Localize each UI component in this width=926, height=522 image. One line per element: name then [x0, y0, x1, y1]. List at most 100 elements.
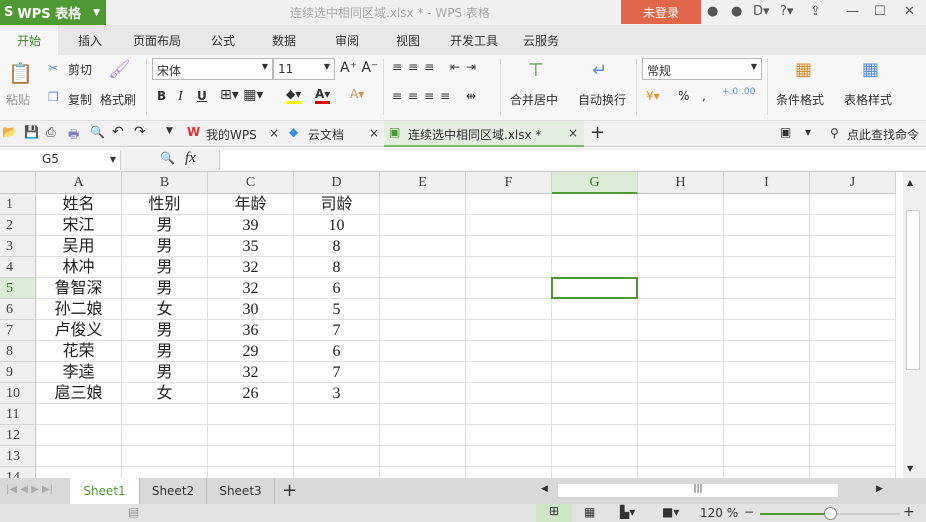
zoom-out-icon[interactable]: − [744, 505, 754, 519]
cell-F11[interactable] [466, 404, 552, 425]
column-header-E[interactable]: E [380, 172, 466, 194]
cell-E1[interactable] [380, 194, 466, 215]
cell-G8[interactable] [552, 341, 638, 362]
cell-F6[interactable] [466, 299, 552, 320]
normal-view-icon[interactable]: ⊞ [536, 504, 572, 522]
font-size-select[interactable]: 11 ▼ [273, 58, 335, 80]
cell-J8[interactable] [810, 341, 896, 362]
sheet-nav-icons[interactable]: |◀ ◀ ▶ ▶| [6, 484, 53, 495]
cell-B11[interactable] [122, 404, 208, 425]
cell-J12[interactable] [810, 425, 896, 446]
tab-data[interactable]: 数据 [272, 32, 296, 49]
reading-mode-icon[interactable]: ▙▾ [620, 505, 635, 519]
table-style-button[interactable]: 表格样式 [844, 91, 892, 108]
format-painter-button[interactable]: 格式刷 [100, 91, 136, 108]
row-header-13[interactable]: 13 [0, 446, 36, 467]
cell-A12[interactable] [36, 425, 122, 446]
sheet-tab-3[interactable]: Sheet3 [207, 478, 275, 504]
scroll-right-icon[interactable]: ▶ [876, 484, 883, 494]
cell-B14[interactable] [122, 467, 208, 478]
row-header-14[interactable]: 14 [0, 467, 36, 478]
undo-icon[interactable]: ↶ [112, 124, 124, 140]
doc-tab-active[interactable]: ▣ 连续选中相同区域.xlsx * × [384, 121, 584, 147]
cell-I7[interactable] [724, 320, 810, 341]
cell-F13[interactable] [466, 446, 552, 467]
cell-H3[interactable] [638, 236, 724, 257]
formula-input[interactable] [219, 150, 926, 170]
cell-J1[interactable] [810, 194, 896, 215]
slideshow-icon[interactable]: ▣ [780, 125, 791, 139]
currency-icon[interactable]: ¥▾ [646, 89, 660, 103]
cell-D6[interactable]: 5 [294, 299, 380, 320]
cell-E8[interactable] [380, 341, 466, 362]
cell-D14[interactable] [294, 467, 380, 478]
cell-B4[interactable]: 男 [122, 257, 208, 278]
cell-I12[interactable] [724, 425, 810, 446]
cell-H10[interactable] [638, 383, 724, 404]
zoom-in-icon[interactable]: + [903, 504, 915, 520]
cell-C4[interactable]: 32 [208, 257, 294, 278]
cell-G7[interactable] [552, 320, 638, 341]
doc-tab-cloud[interactable]: 云文档 [308, 126, 344, 143]
cell-B12[interactable] [122, 425, 208, 446]
cell-B1[interactable]: 性别 [122, 194, 208, 215]
cell-C12[interactable] [208, 425, 294, 446]
cell-D4[interactable]: 8 [294, 257, 380, 278]
close-icon[interactable]: × [269, 126, 279, 140]
feedback-icon[interactable]: ● [731, 4, 742, 19]
wrap-text-button[interactable]: 自动换行 [578, 91, 626, 108]
cell-F3[interactable] [466, 236, 552, 257]
cell-I2[interactable] [724, 215, 810, 236]
upload-icon[interactable]: ⇪ [810, 4, 821, 19]
cell-G1[interactable] [552, 194, 638, 215]
add-sheet-icon[interactable]: + [282, 480, 297, 501]
merge-center-button[interactable]: 合并居中 [510, 91, 558, 108]
cell-F2[interactable] [466, 215, 552, 236]
cell-E14[interactable] [380, 467, 466, 478]
print-icon[interactable]: 🖶 [68, 125, 79, 146]
cell-A7[interactable]: 卢俊义 [36, 320, 122, 341]
export-pdf-icon[interactable]: ⎙ [46, 125, 56, 140]
cell-E7[interactable] [380, 320, 466, 341]
print-preview-icon[interactable]: 🔍 [90, 125, 105, 139]
cell-A10[interactable]: 扈三娘 [36, 383, 122, 404]
cell-C8[interactable]: 29 [208, 341, 294, 362]
cell-A13[interactable] [36, 446, 122, 467]
cell-C7[interactable]: 36 [208, 320, 294, 341]
cell-D13[interactable] [294, 446, 380, 467]
cell-I10[interactable] [724, 383, 810, 404]
column-header-C[interactable]: C [208, 172, 294, 194]
font-family-select[interactable]: 宋体 ▼ [152, 58, 273, 80]
save-icon[interactable]: 💾 [24, 125, 39, 139]
cell-J10[interactable] [810, 383, 896, 404]
cell-B10[interactable]: 女 [122, 383, 208, 404]
skin-icon[interactable]: ● [707, 4, 718, 19]
cell-D9[interactable]: 7 [294, 362, 380, 383]
app-menu-button[interactable]: S WPS 表格 ▼ [0, 0, 106, 25]
cell-J13[interactable] [810, 446, 896, 467]
cell-F5[interactable] [466, 278, 552, 299]
cell-F12[interactable] [466, 425, 552, 446]
cell-C10[interactable]: 26 [208, 383, 294, 404]
cell-G9[interactable] [552, 362, 638, 383]
cell-A1[interactable]: 姓名 [36, 194, 122, 215]
maximize-icon[interactable]: ☐ [874, 4, 886, 19]
row-header-8[interactable]: 8 [0, 341, 36, 362]
cell-G10[interactable] [552, 383, 638, 404]
fill-color-icon[interactable]: ◆▾ [286, 87, 302, 104]
sheet-tab-1[interactable]: Sheet1 [70, 478, 140, 504]
cell-F1[interactable] [466, 194, 552, 215]
cell-A4[interactable]: 林冲 [36, 257, 122, 278]
tab-developer[interactable]: 开发工具 [450, 32, 498, 49]
conditional-format-button[interactable]: 条件格式 [776, 91, 824, 108]
cell-J4[interactable] [810, 257, 896, 278]
cell-E6[interactable] [380, 299, 466, 320]
row-header-10[interactable]: 10 [0, 383, 36, 404]
close-icon[interactable]: × [568, 126, 578, 140]
cell-D2[interactable]: 10 [294, 215, 380, 236]
minimize-icon[interactable]: — [846, 4, 859, 19]
cell-G3[interactable] [552, 236, 638, 257]
row-header-5[interactable]: 5 [0, 278, 36, 299]
cell-F9[interactable] [466, 362, 552, 383]
cell-C11[interactable] [208, 404, 294, 425]
